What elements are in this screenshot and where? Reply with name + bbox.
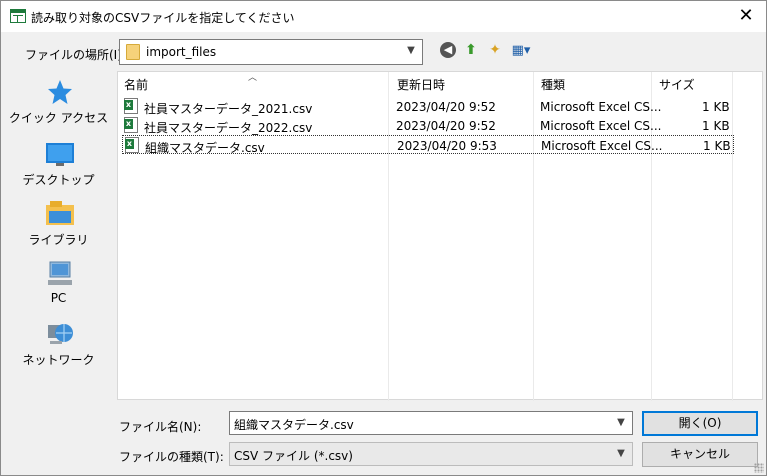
- spreadsheet-icon: [10, 9, 26, 23]
- file-name: 社員マスターデータ_2022.csv: [144, 121, 313, 135]
- place-label-pc: PC: [50, 291, 67, 305]
- location-label: ファイルの場所(I):: [25, 48, 126, 62]
- back-arrow-icon: ◀: [440, 42, 456, 58]
- file-modified: 2023/04/20 9:53: [397, 139, 497, 153]
- excel-csv-icon: [124, 117, 138, 133]
- title-bar[interactable]: 読み取り対象のCSVファイルを指定してください ✕: [1, 1, 766, 32]
- open-file-dialog: 読み取り対象のCSVファイルを指定してください ✕ ファイルの場所(I): im…: [0, 0, 767, 476]
- file-row-selected[interactable]: 組織マスタデータ.csv 2023/04/20 9:53 Microsoft E…: [122, 135, 734, 155]
- column-header-type[interactable]: 種類: [535, 72, 565, 96]
- file-type: Microsoft Excel CS...: [540, 100, 662, 114]
- file-type: Microsoft Excel CS...: [540, 119, 662, 133]
- location-value: import_files: [146, 45, 217, 59]
- column-header-name[interactable]: 名前: [118, 72, 148, 96]
- places-bar: クイック アクセス デスクトップ ライブラリ PC ネットワーク: [6, 71, 111, 400]
- new-folder-icon: ✦: [489, 42, 501, 58]
- file-size: 1 KB: [703, 139, 731, 153]
- new-folder-button[interactable]: ✦: [484, 40, 506, 60]
- column-header-size[interactable]: サイズ: [653, 72, 695, 96]
- window-title: 読み取り対象のCSVファイルを指定してください: [31, 11, 295, 25]
- place-desktop[interactable]: デスクトップ: [6, 141, 111, 199]
- file-row[interactable]: 社員マスターデータ_2021.csv 2023/04/20 9:52 Micro…: [122, 97, 734, 116]
- pc-icon: [48, 261, 72, 285]
- filename-value: 組織マスタデータ.csv: [234, 418, 354, 432]
- filetype-label: ファイルの種類(T):: [119, 450, 224, 464]
- back-button[interactable]: ◀: [437, 40, 459, 60]
- place-label-library: ライブラリ: [28, 233, 89, 247]
- filename-label: ファイル名(N):: [119, 420, 202, 434]
- chevron-down-icon[interactable]: ▼: [614, 446, 628, 462]
- folder-icon: [126, 44, 140, 60]
- excel-csv-icon: [125, 137, 139, 153]
- place-library[interactable]: ライブラリ: [6, 201, 111, 259]
- resize-grip[interactable]: [754, 463, 764, 473]
- chevron-down-icon[interactable]: ▼: [614, 415, 628, 431]
- place-label-network: ネットワーク: [22, 353, 95, 367]
- file-modified: 2023/04/20 9:52: [396, 100, 496, 114]
- up-folder-button[interactable]: ⬆: [460, 40, 482, 60]
- filetype-value: CSV ファイル (*.csv): [234, 449, 353, 463]
- file-list[interactable]: 名前 ︿ 更新日時 種類 サイズ 社員マスターデータ_2021.csv 2023…: [117, 71, 763, 401]
- desktop-icon: [46, 143, 74, 166]
- location-combobox[interactable]: import_files ▼: [119, 39, 423, 65]
- excel-csv-icon: [124, 98, 138, 114]
- up-folder-icon: ⬆: [465, 42, 477, 58]
- library-icon: [46, 201, 74, 225]
- filename-combobox[interactable]: 組織マスタデータ.csv ▼: [229, 411, 633, 435]
- cancel-button[interactable]: キャンセル: [642, 442, 758, 467]
- file-row[interactable]: 社員マスターデータ_2022.csv 2023/04/20 9:52 Micro…: [122, 116, 734, 135]
- file-name: 社員マスターデータ_2021.csv: [144, 102, 313, 116]
- file-modified: 2023/04/20 9:52: [396, 119, 496, 133]
- place-label-desktop: デスクトップ: [22, 173, 95, 187]
- filetype-select[interactable]: CSV ファイル (*.csv) ▼: [229, 442, 633, 466]
- open-button[interactable]: 開く(O): [642, 411, 758, 436]
- view-menu-button[interactable]: ▦▾: [508, 40, 534, 60]
- close-button[interactable]: ✕: [734, 5, 758, 27]
- file-size: 1 KB: [702, 119, 730, 133]
- chevron-down-icon[interactable]: ▼: [404, 44, 418, 58]
- file-type: Microsoft Excel CS...: [541, 139, 663, 153]
- file-name: 組織マスタデータ.csv: [145, 141, 265, 155]
- network-icon: [48, 324, 73, 344]
- sort-ascending-icon: ︿: [248, 73, 258, 83]
- place-label-quick-access: クイック アクセス: [8, 111, 109, 125]
- file-size: 1 KB: [702, 100, 730, 114]
- place-quick-access[interactable]: クイック アクセス: [6, 79, 111, 137]
- quick-access-star-icon: [48, 80, 72, 104]
- column-header-modified[interactable]: 更新日時: [391, 72, 445, 96]
- place-network[interactable]: ネットワーク: [6, 321, 111, 379]
- place-pc[interactable]: PC: [6, 261, 111, 319]
- view-menu-icon: ▦▾: [511, 43, 531, 58]
